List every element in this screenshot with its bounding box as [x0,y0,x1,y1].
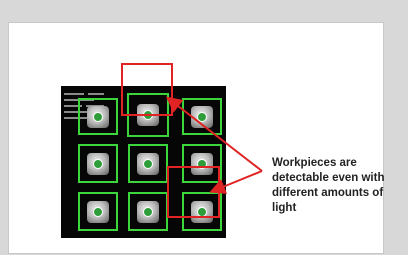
arrow-icon [165,96,263,172]
caption-line: detectable even with [272,172,385,184]
caption-line: light [272,202,297,214]
arrow-icon [209,170,263,194]
caption-text: Workpieces are detectable even with diff… [272,156,402,216]
caption-line: Workpieces are [272,157,357,169]
caption-line: different amounts of [272,187,384,199]
callout-arrows [165,96,263,194]
figure-panel: Workpieces are detectable even with diff… [8,22,384,254]
